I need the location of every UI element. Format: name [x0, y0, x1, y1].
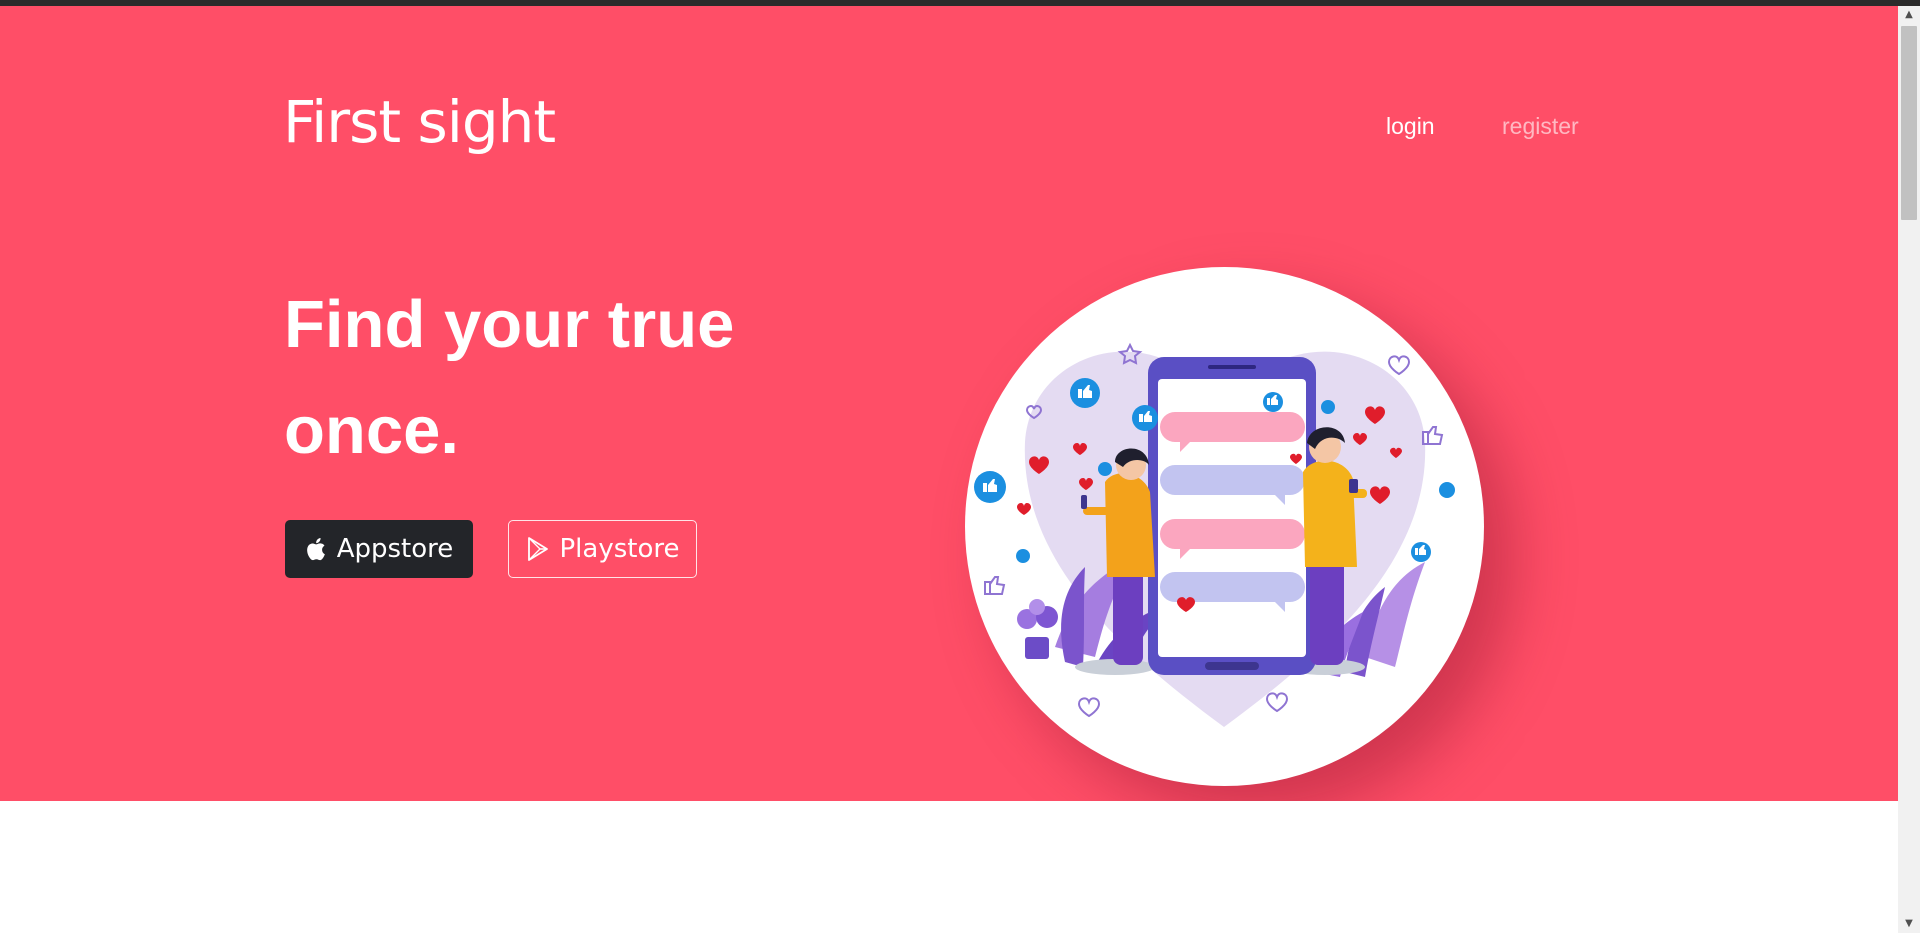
- playstore-button[interactable]: Playstore: [508, 520, 697, 578]
- play-store-icon: [527, 537, 548, 561]
- scrollbar-thumb[interactable]: [1901, 26, 1917, 220]
- potted-plant-icon: [1017, 599, 1058, 659]
- scroll-down-arrow-icon[interactable]: ▼: [1898, 915, 1920, 933]
- apple-icon: [306, 538, 325, 561]
- page-scrollbar[interactable]: ▲ ▼: [1898, 6, 1920, 933]
- thumbs-up-outline-icon: [1422, 426, 1444, 445]
- heart-outline-icon: [1265, 692, 1289, 713]
- scroll-up-arrow-icon[interactable]: ▲: [1898, 6, 1920, 24]
- nav-login-link[interactable]: login: [1386, 113, 1435, 140]
- heart-outline-icon: [1077, 697, 1101, 718]
- content-section: [0, 801, 1898, 933]
- appstore-button-label: Appstore: [336, 534, 454, 564]
- heart-outline-icon: [1387, 355, 1411, 376]
- playstore-button-label: Playstore: [559, 534, 680, 564]
- dating-app-illustration: [974, 342, 1455, 727]
- thumbs-up-outline-icon: [984, 576, 1006, 595]
- hero-headline: Find your true once.: [284, 287, 735, 468]
- nav-register-link[interactable]: register: [1502, 113, 1579, 140]
- appstore-button[interactable]: Appstore: [285, 520, 473, 578]
- smartphone-icon: [1148, 357, 1316, 675]
- brand-logo[interactable]: First sight: [283, 88, 556, 156]
- hero-illustration: [965, 267, 1484, 786]
